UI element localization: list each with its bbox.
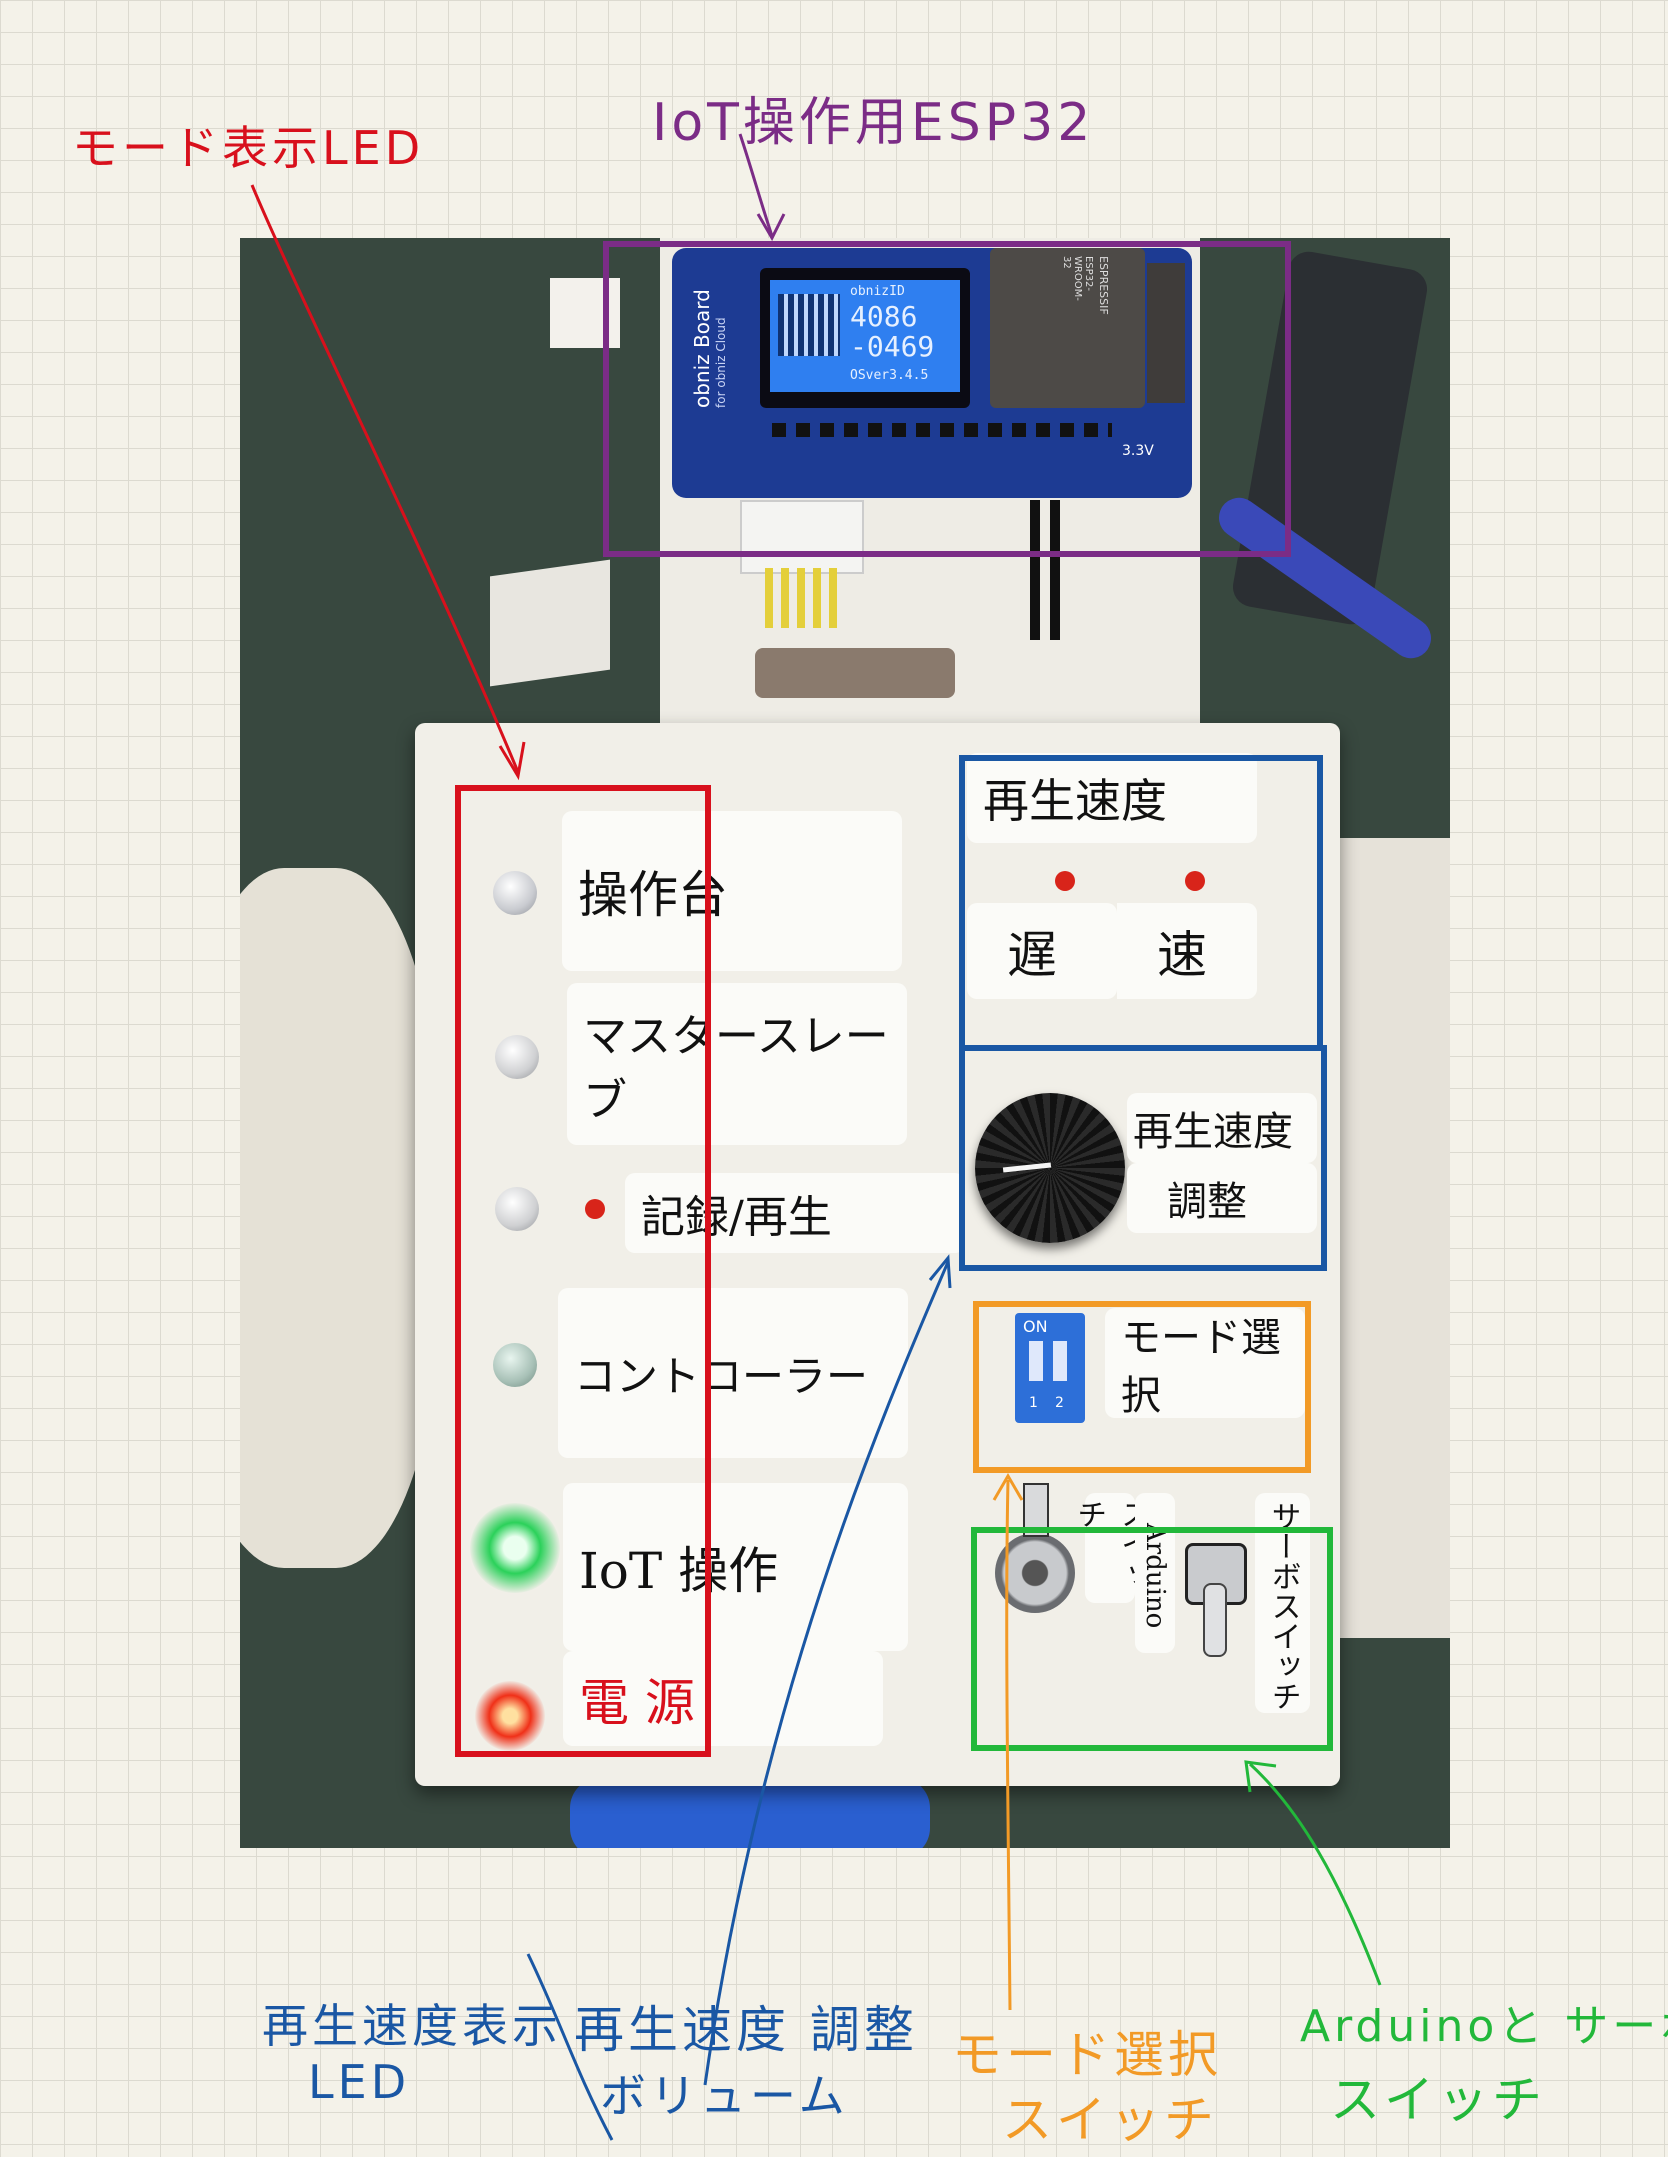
speed-volume-box [959, 1045, 1327, 1271]
arrow-arduino-servo [1248, 1762, 1382, 1986]
annotation-overlay [250, 133, 1382, 2141]
arrow-mode-led [250, 184, 520, 773]
speed-led-box [959, 755, 1323, 1051]
esp32-box [603, 241, 1291, 557]
arrow-esp32 [738, 133, 774, 237]
arrow-speed-led [526, 1953, 614, 2141]
arduino-servo-box [971, 1527, 1333, 1751]
arrowhead-esp32 [756, 213, 786, 242]
arrow-speed-volume [703, 1261, 950, 2086]
mode-switch-box [973, 1301, 1311, 1473]
mode-led-box [455, 785, 711, 1757]
